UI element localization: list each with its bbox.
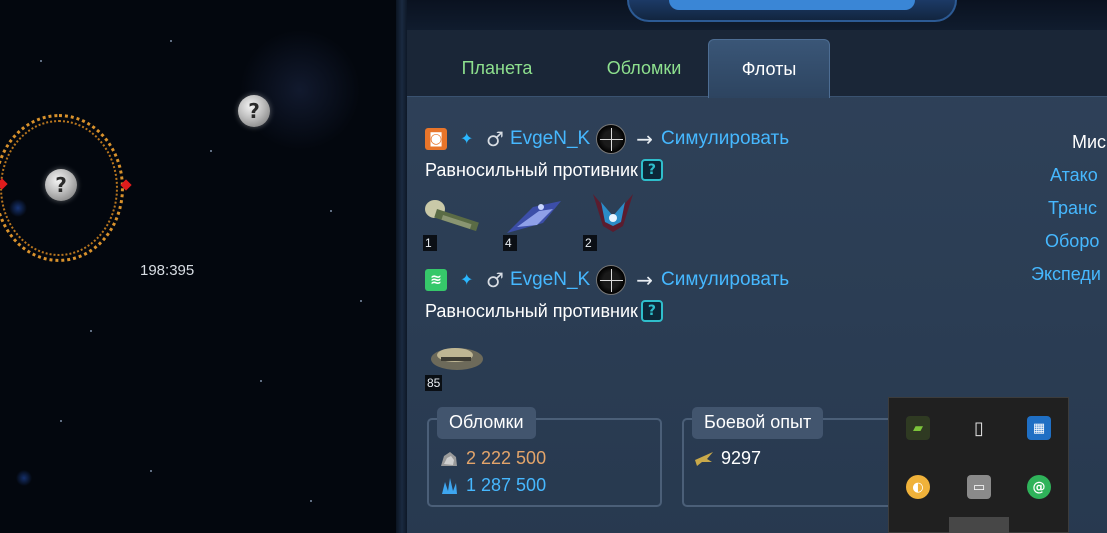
intel-graphics-icon[interactable]: ▦ <box>1027 416 1051 440</box>
fleet-header: ◙ ✦ ♂ EvgeN_K → Симулировать <box>425 124 789 154</box>
star <box>170 40 172 42</box>
experience-value: 9297 <box>721 448 762 468</box>
player-name-link[interactable]: EvgeN_K <box>510 269 590 291</box>
mail-at-icon[interactable]: @ <box>1027 475 1051 499</box>
metal-line: 2 222 500 <box>439 448 546 469</box>
metal-value: 2 222 500 <box>466 448 547 468</box>
debris-box-title: Обломки <box>437 407 536 439</box>
arrow-right-icon: → <box>636 268 653 292</box>
usb-drive-icon[interactable]: ▯ <box>967 416 991 440</box>
star <box>40 60 42 62</box>
mission-transport-link[interactable]: Транс <box>1048 198 1097 219</box>
fleet-header: ≋ ✦ ♂ EvgeN_K → Симулировать <box>425 265 789 295</box>
simulate-link[interactable]: Симулировать <box>661 128 789 150</box>
mission-defend-link[interactable]: Оборо <box>1045 231 1099 252</box>
tab-planet[interactable]: Планета <box>437 58 557 88</box>
crystal-icon <box>442 477 457 494</box>
debris-box: Обломки 2 222 500 1 287 500 <box>427 407 662 507</box>
experience-line: 9297 <box>694 448 761 469</box>
crystal-line: 1 287 500 <box>439 475 546 496</box>
ship-transport-icon[interactable]: 1 <box>423 193 483 251</box>
star <box>260 380 262 382</box>
system-tray-popup: ▰ ▯ ▦ ◐ ▭ @ <box>888 397 1069 533</box>
male-icon: ♂ <box>486 268 504 292</box>
tab-debris[interactable]: Обломки <box>579 58 709 88</box>
race-icon: ✦ <box>460 129 474 148</box>
crystal-value: 1 287 500 <box>466 475 547 495</box>
sticky-note-icon[interactable]: ◐ <box>906 475 930 499</box>
metal-icon <box>441 451 457 466</box>
experience-box: Боевой опыт 9297 <box>682 407 917 507</box>
help-icon[interactable]: ? <box>640 300 663 322</box>
help-icon[interactable]: ? <box>640 159 663 181</box>
missions-header: Мис <box>1072 132 1107 152</box>
window-icon[interactable]: ▭ <box>967 475 991 499</box>
ship-count: 1 <box>423 235 437 251</box>
galaxy-map[interactable]: ? ? 198:395 <box>0 0 407 533</box>
mission-expedition-link[interactable]: Экспеди <box>1031 264 1101 285</box>
arrow-right-icon: → <box>636 127 653 151</box>
enemy-strength: Равносильный противник ? <box>425 159 663 181</box>
star <box>310 500 312 502</box>
star <box>360 300 362 302</box>
enemy-strength: Равносильный противник ? <box>425 300 663 322</box>
ship-cruiser-icon[interactable]: 4 <box>503 193 563 251</box>
top-frame-ornament <box>627 0 957 22</box>
star <box>150 470 152 472</box>
crosshair-rank-icon <box>596 124 627 154</box>
alliance-badge-icon: ≋ <box>425 269 447 291</box>
star <box>90 330 92 332</box>
map-coordinates: 198:395 <box>140 262 195 279</box>
ship-alien-icon[interactable]: 2 <box>583 188 643 251</box>
player-name-link[interactable]: EvgeN_K <box>510 128 590 150</box>
crosshair-rank-icon <box>596 265 627 295</box>
mission-attack-link[interactable]: Атако <box>1050 165 1098 186</box>
male-icon: ♂ <box>486 127 504 151</box>
enemy-strength-label: Равносильный противник <box>425 300 638 321</box>
ship-count: 85 <box>425 375 443 391</box>
unknown-planet-icon[interactable]: ? <box>238 95 270 127</box>
tab-bar: Планета Обломки Флоты <box>407 30 1107 98</box>
star <box>210 150 212 152</box>
wings-icon <box>695 451 713 466</box>
tray-scroll-handle[interactable] <box>949 517 1009 533</box>
ship-count: 4 <box>503 235 517 251</box>
nvidia-icon[interactable]: ▰ <box>906 416 930 440</box>
unknown-planet-icon[interactable]: ? <box>45 169 77 201</box>
experience-box-title: Боевой опыт <box>692 407 824 439</box>
tab-fleets[interactable]: Флоты <box>708 39 830 98</box>
simulate-link[interactable]: Симулировать <box>661 269 789 291</box>
race-icon: ✦ <box>460 270 474 289</box>
star <box>60 420 62 422</box>
star <box>330 210 332 212</box>
ship-recycler-icon[interactable]: 85 <box>425 333 485 391</box>
ship-count: 2 <box>583 235 597 251</box>
alliance-badge-icon: ◙ <box>425 128 447 150</box>
enemy-strength-label: Равносильный противник <box>425 159 638 180</box>
